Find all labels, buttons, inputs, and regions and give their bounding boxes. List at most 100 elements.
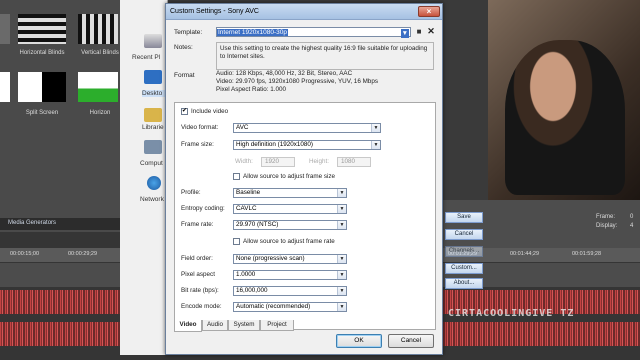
libraries-icon bbox=[144, 108, 162, 122]
chevron-down-icon[interactable]: ▼ bbox=[337, 189, 346, 197]
cancel-side-button[interactable]: Cancel bbox=[445, 229, 483, 240]
notes-field[interactable]: Use this setting to create the highest q… bbox=[216, 42, 434, 70]
computer-icon bbox=[144, 140, 162, 154]
bit-rate-value: 16,000,000 bbox=[236, 287, 268, 294]
allow-frame-rate-label: Allow source to adjust frame rate bbox=[243, 238, 335, 245]
entropy-coding-value: CAVLC bbox=[236, 205, 257, 212]
format-summary: Audio: 128 Kbps, 48,000 Hz, 32 Bit, Ster… bbox=[216, 70, 378, 94]
ruler-tick: 00:00:29;29 bbox=[68, 251, 98, 257]
tab-audio[interactable]: Audio bbox=[202, 320, 228, 331]
video-settings-panel: ✔ Include video Video format: AVC ▼ Frame… bbox=[174, 102, 436, 330]
tab-video[interactable]: Video bbox=[174, 320, 202, 332]
profile-label: Profile: bbox=[181, 189, 201, 196]
network-icon bbox=[147, 176, 161, 190]
about-button[interactable]: About... bbox=[445, 278, 483, 289]
entropy-coding-select[interactable]: CAVLC ▼ bbox=[233, 204, 347, 214]
chevron-down-icon[interactable]: ▼ bbox=[337, 205, 346, 213]
display-label: Display: bbox=[596, 223, 618, 229]
template-combobox[interactable]: Internet 1920x1080-30p ▼ bbox=[216, 27, 411, 38]
custom-settings-dialog: Custom Settings - Sony AVC × Template: I… bbox=[165, 3, 443, 355]
chevron-down-icon[interactable]: ▼ bbox=[371, 124, 380, 132]
transitions-panel: Horizontal Blinds Vertical Blinds Split … bbox=[0, 0, 125, 232]
tab-project[interactable]: Project bbox=[260, 320, 294, 331]
file-explorer-sidebar: Recent Pl Deskto Librarie Comput Network bbox=[120, 0, 186, 355]
frame-rate-label: Frame rate: bbox=[181, 221, 214, 228]
video-format-label: Video format: bbox=[181, 124, 219, 131]
chevron-down-icon[interactable]: ▼ bbox=[400, 29, 409, 38]
field-order-label: Field order: bbox=[181, 255, 213, 262]
chevron-down-icon[interactable]: ▼ bbox=[337, 271, 346, 279]
fx-thumb[interactable] bbox=[0, 72, 10, 102]
ruler-tick: 00:01:59;28 bbox=[572, 251, 602, 257]
dialog-title: Custom Settings - Sony AVC bbox=[170, 8, 259, 15]
pixel-aspect-label: Pixel aspect bbox=[181, 271, 215, 278]
format-line: Video: 29.970 fps, 1920x1080 Progressive… bbox=[216, 78, 378, 85]
render-side-panel: Frame: 0 Display: 4 bbox=[440, 200, 640, 248]
height-field[interactable]: 1080 bbox=[337, 157, 371, 167]
desktop-icon bbox=[144, 70, 162, 84]
media-generators-tab[interactable]: Media Generators bbox=[0, 218, 125, 230]
frame-rate-select[interactable]: 29.970 (NTSC) ▼ bbox=[233, 220, 347, 230]
channels-button[interactable]: Channels... bbox=[445, 246, 483, 257]
cancel-button[interactable]: Cancel bbox=[388, 334, 434, 348]
format-line: Pixel Aspect Ratio: 1.000 bbox=[216, 86, 287, 93]
tab-system[interactable]: System bbox=[228, 320, 260, 331]
video-format-value: AVC bbox=[236, 124, 249, 131]
ruler-tick: 00:01:44;29 bbox=[510, 251, 540, 257]
allow-frame-size-checkbox[interactable] bbox=[233, 173, 240, 180]
fx-label: Split Screen bbox=[25, 110, 59, 116]
bit-rate-select[interactable]: 16,000,000 ▼ bbox=[233, 286, 347, 296]
recent-places-icon bbox=[144, 34, 162, 48]
ok-button[interactable]: OK bbox=[336, 334, 382, 348]
entropy-coding-label: Entropy coding: bbox=[181, 205, 225, 212]
include-video-checkbox[interactable]: ✔ bbox=[181, 108, 188, 115]
format-line: Audio: 128 Kbps, 48,000 Hz, 32 Bit, Ster… bbox=[216, 70, 353, 77]
width-field[interactable]: 1920 bbox=[261, 157, 295, 167]
fx-thumb[interactable] bbox=[0, 14, 10, 44]
fx-thumb-horizon[interactable] bbox=[78, 72, 118, 102]
chevron-down-icon[interactable]: ▼ bbox=[337, 221, 346, 229]
profile-select[interactable]: Baseline ▼ bbox=[233, 188, 347, 198]
chevron-down-icon[interactable]: ▼ bbox=[371, 141, 380, 149]
allow-frame-rate-checkbox[interactable] bbox=[233, 238, 240, 245]
watermark: CIRTACOOLINGIVE TZ bbox=[448, 308, 575, 319]
close-icon[interactable]: × bbox=[418, 6, 440, 17]
save-template-icon[interactable]: ■ bbox=[414, 27, 424, 37]
frame-label: Frame: bbox=[596, 214, 616, 220]
chevron-down-icon[interactable]: ▼ bbox=[337, 255, 346, 263]
encode-mode-value: Automatic (recommended) bbox=[236, 303, 311, 310]
frame-size-select[interactable]: High definition (1920x1080) ▼ bbox=[233, 140, 381, 150]
custom-button[interactable]: Custom... bbox=[445, 263, 483, 274]
field-order-select[interactable]: None (progressive scan) ▼ bbox=[233, 254, 347, 264]
display-value: 4 bbox=[630, 223, 634, 229]
ruler-tick: 00:00:15;00 bbox=[10, 251, 40, 257]
video-format-select[interactable]: AVC ▼ bbox=[233, 123, 381, 133]
frame-rate-value: 29.970 (NTSC) bbox=[236, 221, 279, 228]
fx-thumb-split-screen[interactable] bbox=[18, 72, 66, 102]
frame-size-value: High definition (1920x1080) bbox=[236, 141, 314, 148]
preview-image-person bbox=[505, 40, 625, 195]
profile-value: Baseline bbox=[236, 189, 261, 196]
include-video-label: Include video bbox=[191, 108, 229, 115]
fx-label: Horizontal Blinds bbox=[19, 50, 65, 56]
width-label: Width: bbox=[235, 158, 253, 165]
format-label: Format bbox=[174, 72, 195, 79]
allow-frame-size-label: Allow source to adjust frame size bbox=[243, 173, 336, 180]
pixel-aspect-select[interactable]: 1.0000 ▼ bbox=[233, 270, 347, 280]
pixel-aspect-value: 1.0000 bbox=[236, 271, 256, 278]
dialog-titlebar[interactable]: Custom Settings - Sony AVC × bbox=[166, 4, 442, 20]
encode-mode-select[interactable]: Automatic (recommended) ▼ bbox=[233, 302, 347, 312]
fx-thumb-horizontal-blinds[interactable] bbox=[18, 14, 66, 44]
height-label: Height: bbox=[309, 158, 329, 165]
template-label: Template: bbox=[174, 29, 203, 36]
frame-size-label: Frame size: bbox=[181, 141, 214, 148]
chevron-down-icon[interactable]: ▼ bbox=[337, 303, 346, 311]
fx-thumb-vertical-blinds[interactable] bbox=[78, 14, 118, 44]
save-button[interactable]: Save bbox=[445, 212, 483, 223]
delete-template-icon[interactable]: ✕ bbox=[426, 26, 436, 36]
notes-label: Notes: bbox=[174, 44, 193, 51]
chevron-down-icon[interactable]: ▼ bbox=[337, 287, 346, 295]
frame-value: 0 bbox=[630, 214, 634, 220]
template-value: Internet 1920x1080-30p bbox=[217, 29, 289, 36]
field-order-value: None (progressive scan) bbox=[236, 255, 305, 262]
